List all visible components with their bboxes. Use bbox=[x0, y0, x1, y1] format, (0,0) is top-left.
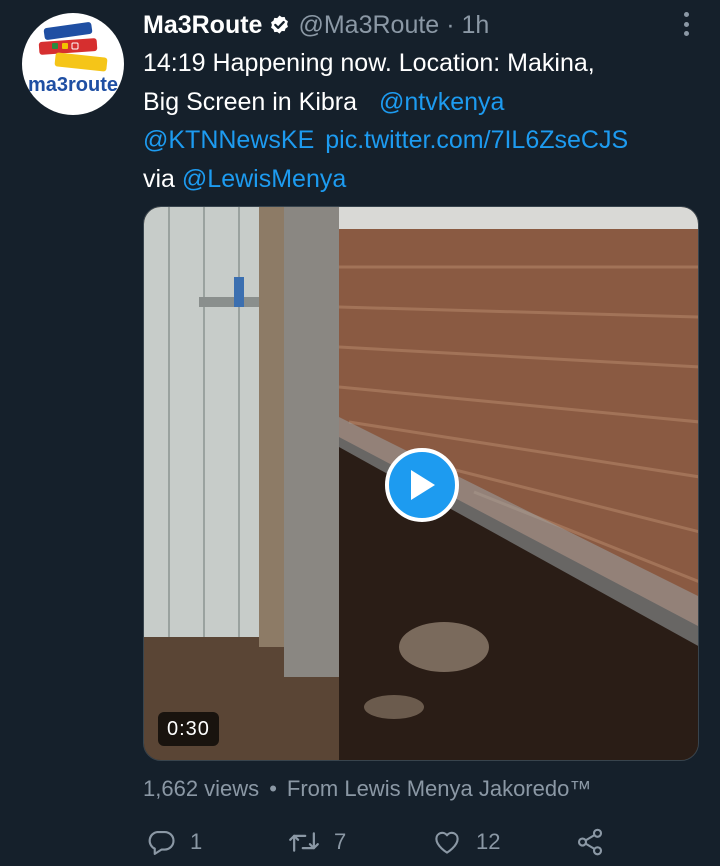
tweet-text: 14:19 Happening now. Location: Makina, B… bbox=[143, 44, 708, 198]
tweet-text-line-3: @KTNNewsKE pic.twitter.com/7IL6ZseCJS bbox=[143, 121, 708, 160]
play-icon bbox=[411, 470, 435, 500]
mention-lewismenya[interactable]: @LewisMenya bbox=[182, 165, 346, 193]
heart-icon bbox=[435, 831, 459, 854]
tweet-timestamp[interactable]: 1h bbox=[462, 11, 490, 40]
view-count: 1,662 views bbox=[143, 776, 260, 801]
reply-button[interactable]: 1 bbox=[146, 822, 202, 862]
reply-count: 1 bbox=[190, 829, 203, 854]
verified-badge-icon bbox=[268, 14, 291, 37]
meta-separator: • bbox=[269, 776, 277, 801]
tweet-header: Ma3Route @Ma3Route · 1h bbox=[143, 8, 489, 42]
play-button[interactable] bbox=[385, 448, 459, 522]
tweet-text-line-1: 14:19 Happening now. Location: Makina, bbox=[143, 49, 595, 77]
author-name[interactable]: Ma3Route bbox=[143, 11, 262, 40]
video-source[interactable]: From Lewis Menya Jakoredo™ bbox=[287, 776, 591, 802]
tweet-text-line-2: Big Screen in Kibra @ntvkenya bbox=[143, 83, 708, 122]
video-duration: 0:30 bbox=[158, 712, 219, 746]
share-icon bbox=[577, 828, 603, 856]
mention-ntvkenya[interactable]: @ntvkenya bbox=[379, 88, 504, 116]
logo-wordmark: ma3route bbox=[28, 74, 118, 96]
retweet-icon bbox=[289, 832, 319, 852]
header-separator: · bbox=[446, 10, 455, 39]
mention-ktnnewske[interactable]: @KTNNewsKE bbox=[143, 126, 314, 154]
tweet-text-line-4: via @LewisMenya bbox=[143, 160, 708, 199]
tweet-meta: 1,662 views • From Lewis Menya Jakoredo™ bbox=[143, 776, 591, 802]
action-bar: 1 7 12 bbox=[143, 822, 663, 862]
author-handle[interactable]: @Ma3Route bbox=[298, 11, 439, 40]
like-count: 12 bbox=[476, 829, 501, 854]
tweet-text-plain: Big Screen in Kibra bbox=[143, 87, 358, 116]
via-label: via bbox=[143, 164, 175, 193]
more-options-icon[interactable] bbox=[680, 9, 692, 39]
like-button[interactable]: 12 bbox=[432, 822, 500, 862]
video-player[interactable]: 0:30 bbox=[143, 206, 699, 761]
retweet-count: 7 bbox=[334, 829, 347, 854]
pic-link[interactable]: pic.twitter.com/7IL6ZseCJS bbox=[325, 126, 628, 154]
share-button[interactable] bbox=[575, 822, 605, 862]
avatar[interactable]: ma3route bbox=[22, 13, 124, 115]
reply-icon bbox=[148, 830, 175, 855]
retweet-button[interactable]: 7 bbox=[288, 822, 346, 862]
ma3route-logo: ma3route bbox=[28, 22, 118, 96]
